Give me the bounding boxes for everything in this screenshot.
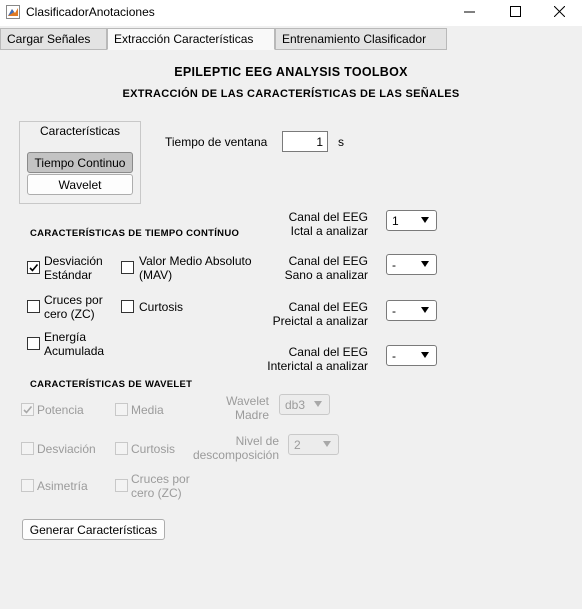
preictal-channel-label: Canal del EEG Preictal a analizar [272, 300, 368, 328]
desviacion-estandar-checkbox[interactable] [27, 261, 40, 274]
wavelet-madre-value: db3 [285, 397, 306, 412]
desviacion-estandar-label: Desviación Estándar [44, 254, 103, 282]
wavelet-toggle[interactable]: Wavelet [27, 174, 133, 195]
matlab-figure-icon [6, 5, 20, 19]
ictal-channel-value: 1 [392, 213, 399, 228]
mav-checkbox[interactable] [121, 261, 134, 274]
preictal-channel-dropdown[interactable]: - [386, 300, 437, 321]
potencia-checkbox[interactable] [21, 403, 34, 416]
cruces-wavelet-label: Cruces por cero (ZC) [131, 472, 190, 500]
window-time-unit: s [338, 135, 344, 149]
ictal-channel-label: Canal del EEG Ictal a analizar [288, 210, 368, 238]
potencia-label: Potencia [37, 403, 84, 417]
media-label: Media [131, 403, 164, 417]
chevron-down-icon [421, 217, 429, 223]
features-panel-title: Características [39, 124, 121, 138]
maximize-icon [509, 6, 521, 20]
wavelet-madre-label: Wavelet Madre [226, 394, 269, 422]
nivel-descomposicion-label: Nivel de descomposición [192, 434, 279, 462]
tab-entrenamiento-clasificador[interactable]: Entrenamiento Clasificador [275, 28, 447, 50]
chevron-down-icon [421, 307, 429, 313]
chevron-down-icon [323, 441, 331, 447]
minimize-icon [463, 6, 475, 20]
curtosis-wavelet-label: Curtosis [131, 442, 176, 456]
asimetria-checkbox[interactable] [21, 479, 34, 492]
window-title: ClasificadorAnotaciones [26, 5, 155, 19]
asimetria-label: Asimetría [37, 479, 88, 493]
sano-channel-label: Canal del EEG Sano a analizar [284, 254, 368, 282]
cruces-wavelet-checkbox[interactable] [115, 479, 128, 492]
cruces-por-cero-checkbox[interactable] [27, 300, 40, 313]
time-features-section-title: CARACTERÍSTICAS DE TIEMPO CONTÍNUO [30, 228, 240, 239]
chevron-down-icon [421, 261, 429, 267]
chevron-down-icon [314, 401, 322, 407]
preictal-channel-value: - [392, 303, 396, 318]
sano-channel-value: - [392, 257, 396, 272]
sano-channel-dropdown[interactable]: - [386, 254, 437, 275]
maximize-button[interactable] [492, 0, 538, 26]
interictal-channel-dropdown[interactable]: - [386, 345, 437, 366]
media-checkbox[interactable] [115, 403, 128, 416]
page-title: EPILEPTIC EEG ANALYSIS TOOLBOX [174, 65, 408, 79]
wavelet-madre-dropdown[interactable]: db3 [279, 394, 330, 415]
tab-cargar-senales[interactable]: Cargar Señales [0, 28, 107, 50]
close-button[interactable] [536, 0, 582, 26]
close-icon [553, 5, 565, 20]
interictal-channel-value: - [392, 348, 396, 363]
interictal-channel-label: Canal del EEG Interictal a analizar [267, 345, 368, 373]
checkmark-icon [23, 405, 33, 414]
cruces-por-cero-label: Cruces por cero (ZC) [44, 293, 103, 321]
wavelet-features-section-title: CARACTERÍSTICAS DE WAVELET [30, 379, 193, 390]
checkmark-icon [29, 263, 39, 272]
ictal-channel-dropdown[interactable]: 1 [386, 210, 437, 231]
energia-acumulada-checkbox[interactable] [27, 337, 40, 350]
nivel-descomposicion-dropdown[interactable]: 2 [288, 434, 339, 455]
curtosis-checkbox[interactable] [121, 300, 134, 313]
nivel-descomposicion-value: 2 [294, 437, 301, 452]
minimize-button[interactable] [446, 0, 492, 26]
energia-acumulada-label: Energía Acumulada [44, 330, 105, 358]
tiempo-continuo-toggle[interactable]: Tiempo Continuo [27, 152, 133, 173]
page-subtitle: EXTRACCIÓN DE LAS CARACTERÍSTICAS DE LAS… [122, 88, 460, 100]
desviacion-wavelet-checkbox[interactable] [21, 442, 34, 455]
curtosis-wavelet-checkbox[interactable] [115, 442, 128, 455]
window-time-input[interactable]: 1 [282, 131, 328, 152]
chevron-down-icon [421, 352, 429, 358]
curtosis-label: Curtosis [139, 300, 184, 314]
desviacion-wavelet-label: Desviación [37, 442, 96, 456]
generar-caracteristicas-button[interactable]: Generar Características [22, 519, 165, 540]
window-time-label: Tiempo de ventana [165, 135, 268, 149]
tab-extraccion-caracteristicas[interactable]: Extracción Características [107, 28, 275, 50]
